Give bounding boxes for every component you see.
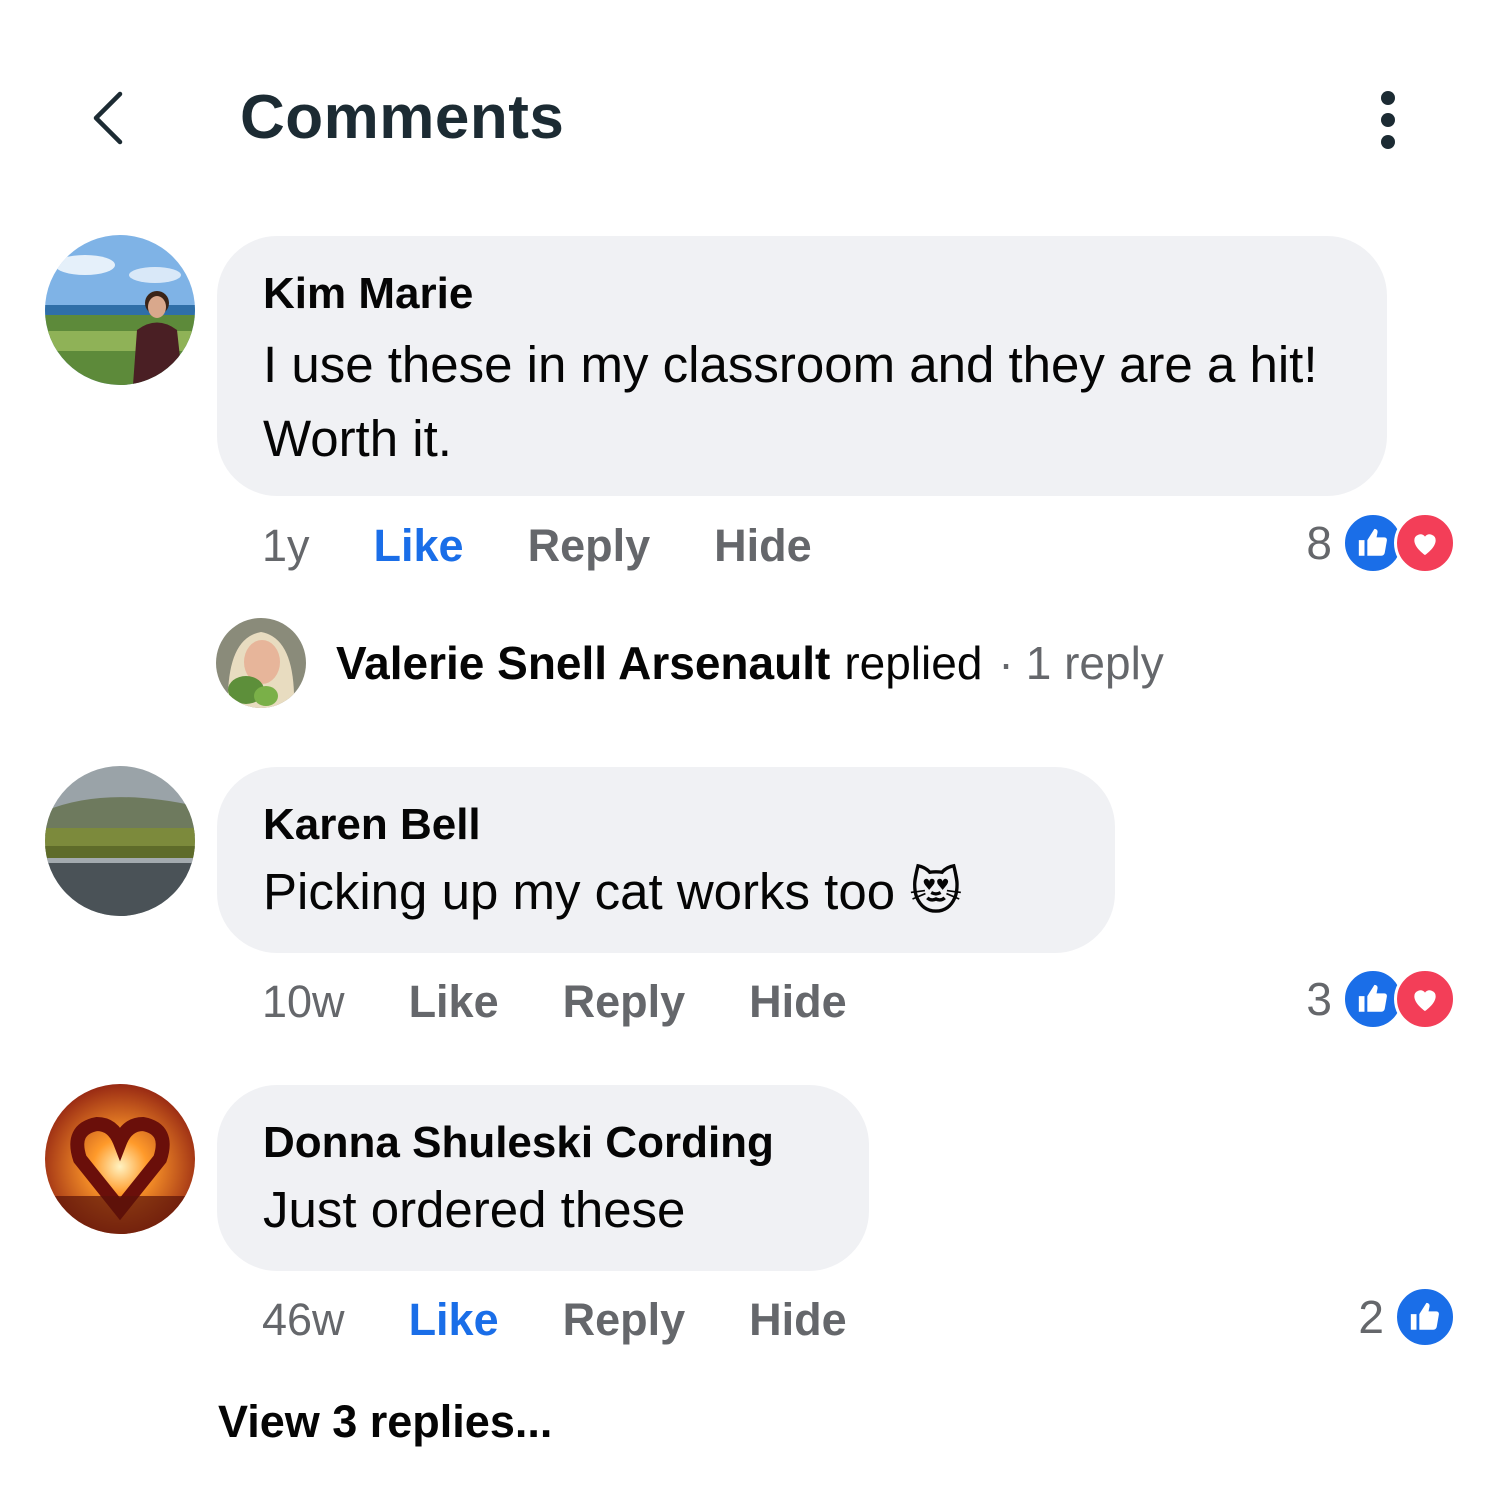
reply-author[interactable]: Valerie Snell Arsenault bbox=[336, 636, 830, 690]
avatar-valerie bbox=[216, 618, 306, 708]
reaction-count: 2 bbox=[1358, 1291, 1384, 1343]
page-title: Comments bbox=[240, 83, 565, 152]
comment-text: I use these in my classroom and they are… bbox=[263, 336, 1318, 467]
comment-bubble: Karen Bell Picking up my cat works too 😻 bbox=[217, 767, 1115, 953]
comment-time[interactable]: 10w bbox=[262, 976, 345, 1028]
like-button[interactable]: Like bbox=[409, 976, 499, 1028]
love-reaction-icon bbox=[1394, 512, 1456, 574]
like-button[interactable]: Like bbox=[374, 520, 464, 572]
like-reaction-icon bbox=[1394, 1286, 1456, 1348]
like-button[interactable]: Like bbox=[409, 1294, 499, 1346]
reply-count[interactable]: 1 reply bbox=[1026, 636, 1164, 690]
comment-text: Picking up my cat works too 😻 bbox=[263, 863, 963, 920]
hide-button[interactable]: Hide bbox=[714, 520, 812, 572]
profile-photo bbox=[216, 618, 306, 708]
reactions-summary[interactable]: 2 bbox=[1358, 1286, 1456, 1348]
reactions-summary[interactable]: 8 bbox=[1306, 512, 1456, 574]
comment-bubble: Kim Marie I use these in my classroom an… bbox=[217, 236, 1387, 496]
reply-button[interactable]: Reply bbox=[563, 976, 686, 1028]
header-bar: Comments bbox=[0, 0, 1500, 200]
reactions-summary[interactable]: 3 bbox=[1306, 968, 1456, 1030]
comment-text: Just ordered these bbox=[263, 1181, 686, 1238]
comment-bubble: Donna Shuleski Cording Just ordered thes… bbox=[217, 1085, 869, 1271]
reply-button[interactable]: Reply bbox=[528, 520, 651, 572]
comment-author[interactable]: Karen Bell bbox=[263, 797, 1069, 853]
separator-dot: · bbox=[998, 637, 1014, 689]
reply-verb: replied bbox=[844, 637, 983, 689]
reply-button[interactable]: Reply bbox=[563, 1294, 686, 1346]
avatar-kim-marie[interactable] bbox=[45, 235, 195, 385]
more-options-button[interactable] bbox=[1364, 88, 1412, 152]
comment-time[interactable]: 46w bbox=[262, 1294, 345, 1346]
chevron-left-icon bbox=[93, 91, 123, 145]
profile-photo bbox=[45, 1084, 195, 1234]
profile-photo bbox=[45, 235, 195, 385]
love-reaction-icon bbox=[1394, 968, 1456, 1030]
reaction-count: 8 bbox=[1306, 517, 1332, 569]
comment-time[interactable]: 1y bbox=[262, 520, 310, 572]
hide-button[interactable]: Hide bbox=[749, 976, 847, 1028]
profile-photo bbox=[45, 766, 195, 916]
comment-actions: 46w Like Reply Hide bbox=[262, 1290, 911, 1350]
vertical-dots-icon bbox=[1381, 91, 1395, 149]
comment-actions: 1y Like Reply Hide bbox=[262, 516, 876, 576]
avatar-donna[interactable] bbox=[45, 1084, 195, 1234]
comment-author[interactable]: Kim Marie bbox=[263, 266, 1341, 322]
reply-summary[interactable]: Valerie Snell Arsenault replied · 1 repl… bbox=[216, 618, 1164, 708]
hide-button[interactable]: Hide bbox=[749, 1294, 847, 1346]
avatar-karen-bell[interactable] bbox=[45, 766, 195, 916]
reaction-count: 3 bbox=[1306, 973, 1332, 1025]
back-button[interactable] bbox=[78, 82, 138, 154]
comment-actions: 10w Like Reply Hide bbox=[262, 972, 911, 1032]
comment-author[interactable]: Donna Shuleski Cording bbox=[263, 1115, 823, 1171]
view-replies-link[interactable]: View 3 replies... bbox=[218, 1396, 552, 1448]
